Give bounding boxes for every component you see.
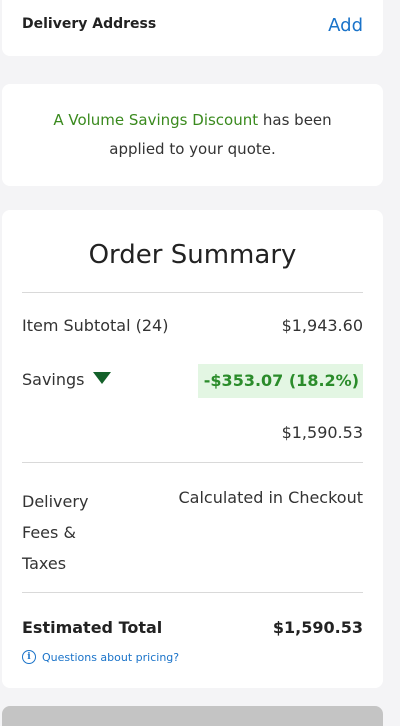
- estimated-total-label: Estimated Total: [22, 618, 163, 637]
- item-subtotal-label: Item Subtotal (24): [22, 316, 169, 335]
- pricing-link-text: Questions about pricing?: [42, 650, 180, 664]
- order-summary-card: Order Summary Item Subtotal (24) $1,943.…: [2, 210, 383, 688]
- divider: [22, 462, 363, 463]
- delivery-fees-taxes-label: Delivery Fees & Taxes: [22, 492, 89, 573]
- delivery-address-card: Delivery Address Add: [2, 0, 383, 56]
- discount-notice-card: A Volume Savings Discount has been appli…: [2, 84, 383, 186]
- delivery-fees-taxes-value: Calculated in Checkout: [178, 488, 364, 507]
- savings-row: Savings: [22, 370, 111, 389]
- caret-down-icon[interactable]: [92, 372, 111, 384]
- savings-label: Savings: [22, 370, 85, 389]
- checkout-button-partial[interactable]: [2, 706, 383, 726]
- questions-about-pricing-link[interactable]: i Questions about pricing?: [22, 650, 179, 664]
- info-icon: i: [22, 650, 36, 664]
- estimated-total-value: $1,590.53: [272, 618, 363, 637]
- discounted-subtotal-value: $1,590.53: [281, 423, 363, 442]
- divider: [22, 292, 363, 293]
- divider: [22, 592, 363, 593]
- volume-discount-highlight: A Volume Savings Discount: [53, 111, 259, 129]
- order-summary-title: Order Summary: [88, 240, 297, 270]
- item-subtotal-value: $1,943.60: [281, 316, 363, 335]
- discount-notice-text: A Volume Savings Discount has been appli…: [26, 106, 359, 164]
- delivery-address-title: Delivery Address: [22, 16, 157, 32]
- add-address-link[interactable]: Add: [328, 15, 363, 36]
- savings-value-badge: -$353.07 (18.2%): [197, 364, 363, 398]
